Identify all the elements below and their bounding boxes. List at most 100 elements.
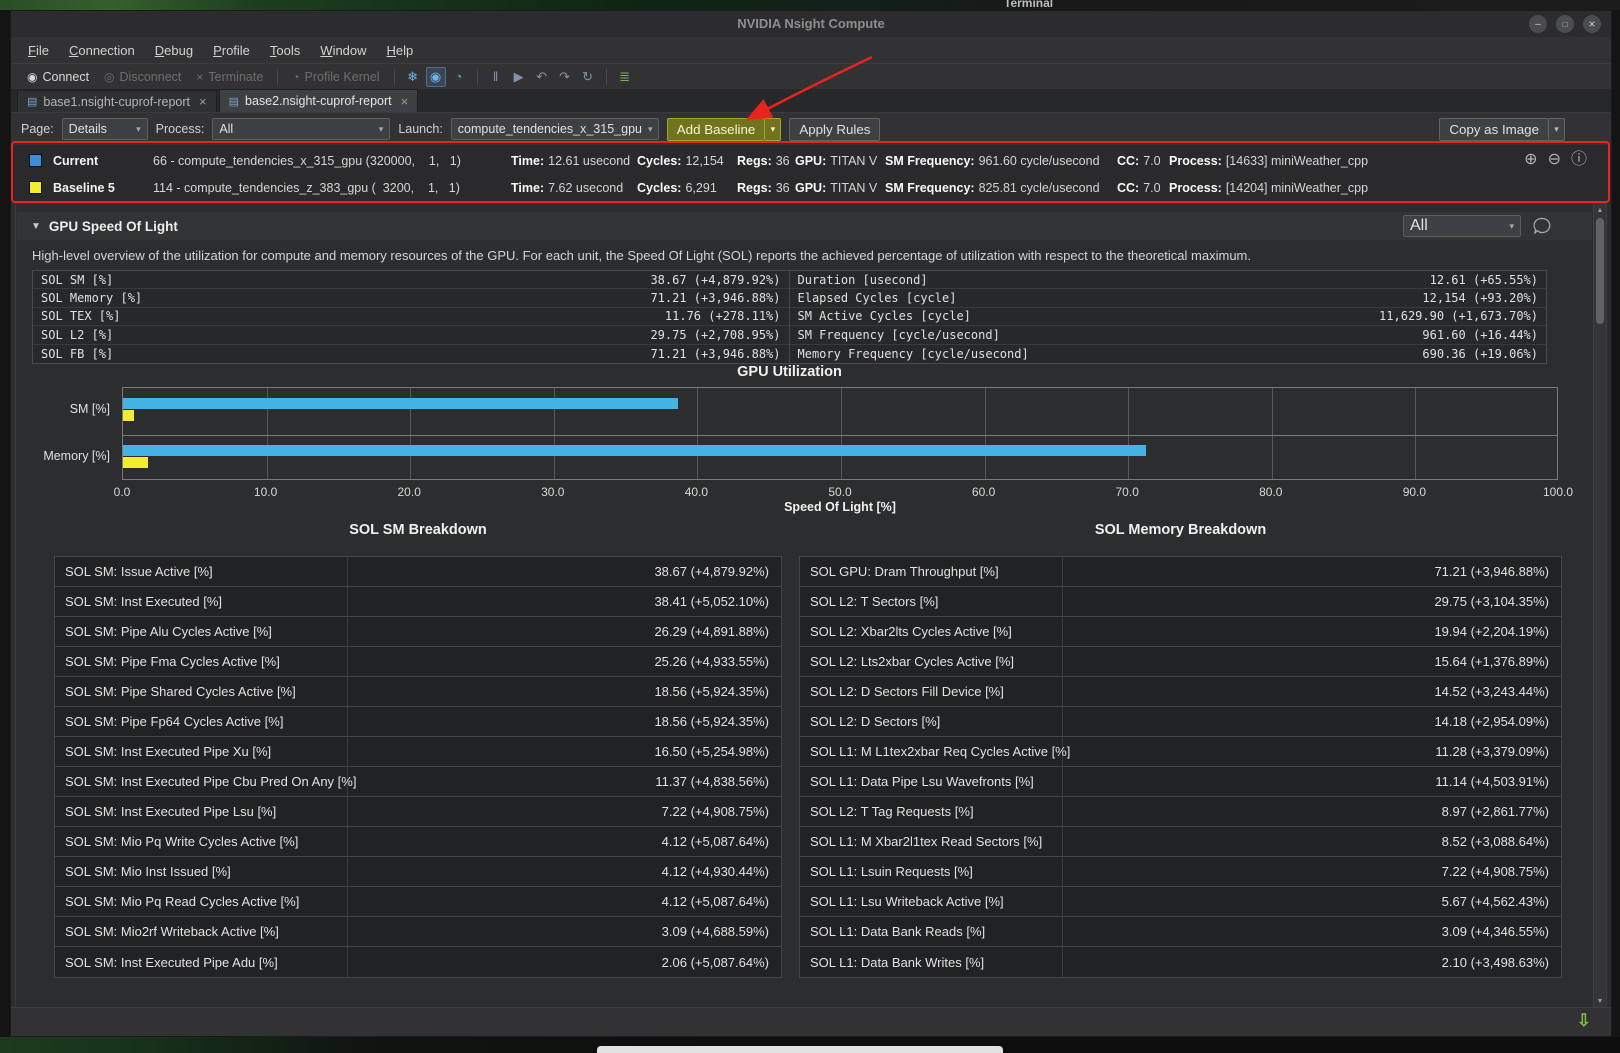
scroll-down-icon[interactable]: ▼ — [1594, 998, 1606, 1005]
breakdown-metric-value: 14.52 (+3,243.44%) — [1434, 684, 1561, 699]
metric-row[interactable]: SOL L2 [%] 29.75 (+2,708.95%) — [33, 326, 789, 344]
metric-row[interactable]: Elapsed Cycles [cycle] 12,154 (+93.20%) — [790, 289, 1547, 307]
collapse-icon[interactable]: ▼ — [31, 221, 41, 232]
table-row[interactable]: SOL L1: Data Pipe Lsu Wavefronts [%] 11.… — [800, 767, 1561, 797]
terminate-icon: × — [196, 70, 203, 84]
titlebar[interactable]: NVIDIA Nsight Compute – □ × — [11, 11, 1611, 37]
minimize-button[interactable]: – — [1529, 15, 1547, 33]
section-filter-select[interactable]: All ▾ — [1403, 215, 1521, 237]
add-baseline-button[interactable]: Add Baseline — [667, 118, 766, 141]
menu-item[interactable]: Tools — [261, 40, 309, 61]
page-select[interactable]: Details ▾ — [62, 118, 148, 140]
table-row[interactable]: SOL SM: Issue Active [%] 38.67 (+4,879.9… — [55, 557, 781, 587]
table-row[interactable]: SOL L1: Lsu Writeback Active [%] 5.67 (+… — [800, 887, 1561, 917]
screen: Terminal NVIDIA Nsight Compute – □ × Fil… — [0, 0, 1620, 1053]
process-select[interactable]: All ▾ — [212, 118, 390, 140]
tab-close-icon[interactable]: × — [401, 94, 409, 109]
launch-select[interactable]: compute_tendencies_x_315_gpu ▾ — [451, 118, 659, 140]
vertical-scrollbar[interactable]: ▲ ▼ — [1593, 204, 1606, 1008]
scroll-up-icon[interactable]: ▲ — [1594, 207, 1606, 214]
table-row[interactable]: SOL L1: Data Bank Reads [%] 3.09 (+4,346… — [800, 917, 1561, 947]
redo-icon[interactable]: ↷ — [555, 67, 575, 87]
table-row[interactable]: SOL L2: T Tag Requests [%] 8.97 (+2,861.… — [800, 797, 1561, 827]
profiler-mode-icon[interactable]: ◉ — [426, 67, 446, 87]
table-row[interactable]: SOL SM: Mio Pq Write Cycles Active [%] 4… — [55, 827, 781, 857]
metric-row[interactable]: Memory Frequency [cycle/usecond] 690.36 … — [790, 345, 1547, 363]
info-icon[interactable]: ⓘ — [1571, 151, 1587, 169]
profiler-clock-icon[interactable]: ◔ — [449, 67, 469, 87]
table-row[interactable]: SOL SM: Mio Pq Read Cycles Active [%] 4.… — [55, 887, 781, 917]
breakdown-metric-value: 26.29 (+4,891.88%) — [654, 624, 781, 639]
menu-item[interactable]: Debug — [146, 40, 202, 61]
tab-base1-report[interactable]: ▤ base1.nsight-cuprof-report × — [17, 90, 217, 112]
profile-kernel-button[interactable]: ◔ Profile Kernel — [286, 68, 385, 86]
x-tick-label: 80.0 — [1259, 485, 1282, 499]
table-row[interactable]: SOL L1: M L1tex2xbar Req Cycles Active [… — [800, 737, 1561, 767]
undo-icon[interactable]: ↶ — [532, 67, 552, 87]
baseline-row[interactable]: Current 66 - compute_tendencies_x_315_gp… — [11, 147, 1611, 174]
freeze-api-icon[interactable]: ❄ — [403, 67, 423, 87]
table-row[interactable]: SOL SM: Mio2rf Writeback Active [%] 3.09… — [55, 917, 781, 947]
scrollbar-thumb[interactable] — [1596, 218, 1604, 324]
table-row[interactable]: SOL SM: Pipe Alu Cycles Active [%] 26.29… — [55, 617, 781, 647]
table-row[interactable]: SOL SM: Inst Executed Pipe Lsu [%] 7.22 … — [55, 797, 781, 827]
menu-item[interactable]: Connection — [60, 40, 144, 61]
table-row[interactable]: SOL SM: Inst Executed Pipe Xu [%] 16.50 … — [55, 737, 781, 767]
import-icon[interactable]: ⇩ — [1577, 1011, 1591, 1031]
menu-item[interactable]: Help — [378, 40, 423, 61]
terminate-button[interactable]: × Terminate — [190, 68, 269, 86]
table-row[interactable]: SOL L1: M Xbar2l1tex Read Sectors [%] 8.… — [800, 827, 1561, 857]
table-row[interactable]: SOL L2: T Sectors [%] 29.75 (+3,104.35%) — [800, 587, 1561, 617]
disconnect-label: Disconnect — [120, 70, 182, 84]
add-baseline-dropdown-icon[interactable]: ▾ — [765, 118, 781, 141]
section-description: High-level overview of the utilization f… — [32, 248, 1576, 263]
tab-close-icon[interactable]: × — [199, 94, 207, 109]
zoom-out-icon[interactable]: ⊖ — [1548, 151, 1561, 169]
breakdown-metric-name: SOL SM: Pipe Fp64 Cycles Active [%] — [55, 707, 348, 736]
table-row[interactable]: SOL L1: Data Bank Writes [%] 2.10 (+3,49… — [800, 947, 1561, 977]
table-row[interactable]: SOL SM: Mio Inst Issued [%] 4.12 (+4,930… — [55, 857, 781, 887]
metric-row[interactable]: SOL FB [%] 71.21 (+3,946.88%) — [33, 345, 789, 363]
refresh-icon[interactable]: ↻ — [578, 67, 598, 87]
zoom-in-icon[interactable]: ⊕ — [1524, 151, 1537, 169]
copy-as-image-group: Copy as Image ▾ — [1439, 118, 1565, 141]
metric-row[interactable]: SM Active Cycles [cycle] 11,629.90 (+1,6… — [790, 308, 1547, 326]
table-row[interactable]: SOL SM: Pipe Fp64 Cycles Active [%] 18.5… — [55, 707, 781, 737]
menu-item[interactable]: Window — [311, 40, 375, 61]
tab-label: base1.nsight-cuprof-report — [43, 95, 190, 109]
table-row[interactable]: SOL SM: Inst Executed Pipe Cbu Pred On A… — [55, 767, 781, 797]
breakdown-metric-name: SOL L1: Lsuin Requests [%] — [800, 857, 1063, 886]
table-row[interactable]: SOL GPU: Dram Throughput [%] 71.21 (+3,9… — [800, 557, 1561, 587]
table-row[interactable]: SOL L2: Lts2xbar Cycles Active [%] 15.64… — [800, 647, 1561, 677]
tab-base2-report[interactable]: ▤ base2.nsight-cuprof-report × — [219, 89, 419, 112]
baseline-row[interactable]: Baseline 5 114 - compute_tendencies_z_38… — [11, 174, 1611, 201]
copy-as-image-button[interactable]: Copy as Image — [1439, 118, 1549, 141]
copy-as-image-dropdown-icon[interactable]: ▾ — [1549, 118, 1565, 141]
table-row[interactable]: SOL L1: Lsuin Requests [%] 7.22 (+4,908.… — [800, 857, 1561, 887]
table-row[interactable]: SOL SM: Pipe Fma Cycles Active [%] 25.26… — [55, 647, 781, 677]
close-button[interactable]: × — [1583, 15, 1601, 33]
comment-icon[interactable] — [1533, 217, 1552, 235]
menu-item[interactable]: File — [19, 40, 58, 61]
maximize-button[interactable]: □ — [1556, 15, 1574, 33]
metric-row[interactable]: SOL TEX [%] 11.76 (+278.11%) — [33, 308, 789, 326]
table-row[interactable]: SOL L2: D Sectors [%] 14.18 (+2,954.09%) — [800, 707, 1561, 737]
step-icon[interactable]: ▶ — [509, 67, 529, 87]
menu-item[interactable]: Profile — [204, 40, 259, 61]
sections-icon[interactable]: ≣ — [615, 67, 635, 87]
metric-row[interactable]: Duration [usecond] 12.61 (+65.55%) — [790, 271, 1547, 289]
table-row[interactable]: SOL L2: Xbar2lts Cycles Active [%] 19.94… — [800, 617, 1561, 647]
table-row[interactable]: SOL SM: Inst Executed [%] 38.41 (+5,052.… — [55, 587, 781, 617]
metric-row[interactable]: SOL SM [%] 38.67 (+4,879.92%) — [33, 271, 789, 289]
table-row[interactable]: SOL SM: Pipe Shared Cycles Active [%] 18… — [55, 677, 781, 707]
table-row[interactable]: SOL SM: Inst Executed Pipe Adu [%] 2.06 … — [55, 947, 781, 977]
metric-row[interactable]: SOL Memory [%] 71.21 (+3,946.88%) — [33, 289, 789, 307]
connect-button[interactable]: ◉ Connect — [21, 68, 95, 86]
metric-row[interactable]: SM Frequency [cycle/usecond] 961.60 (+16… — [790, 326, 1547, 344]
table-row[interactable]: SOL L2: D Sectors Fill Device [%] 14.52 … — [800, 677, 1561, 707]
breakdown-metric-value: 25.26 (+4,933.55%) — [654, 654, 781, 669]
disconnect-button[interactable]: ◎ Disconnect — [98, 68, 187, 86]
pause-icon[interactable]: ‖ — [486, 67, 506, 87]
metric-value: 29.75 (+2,708.95%) — [650, 328, 780, 342]
apply-rules-button[interactable]: Apply Rules — [789, 118, 880, 141]
